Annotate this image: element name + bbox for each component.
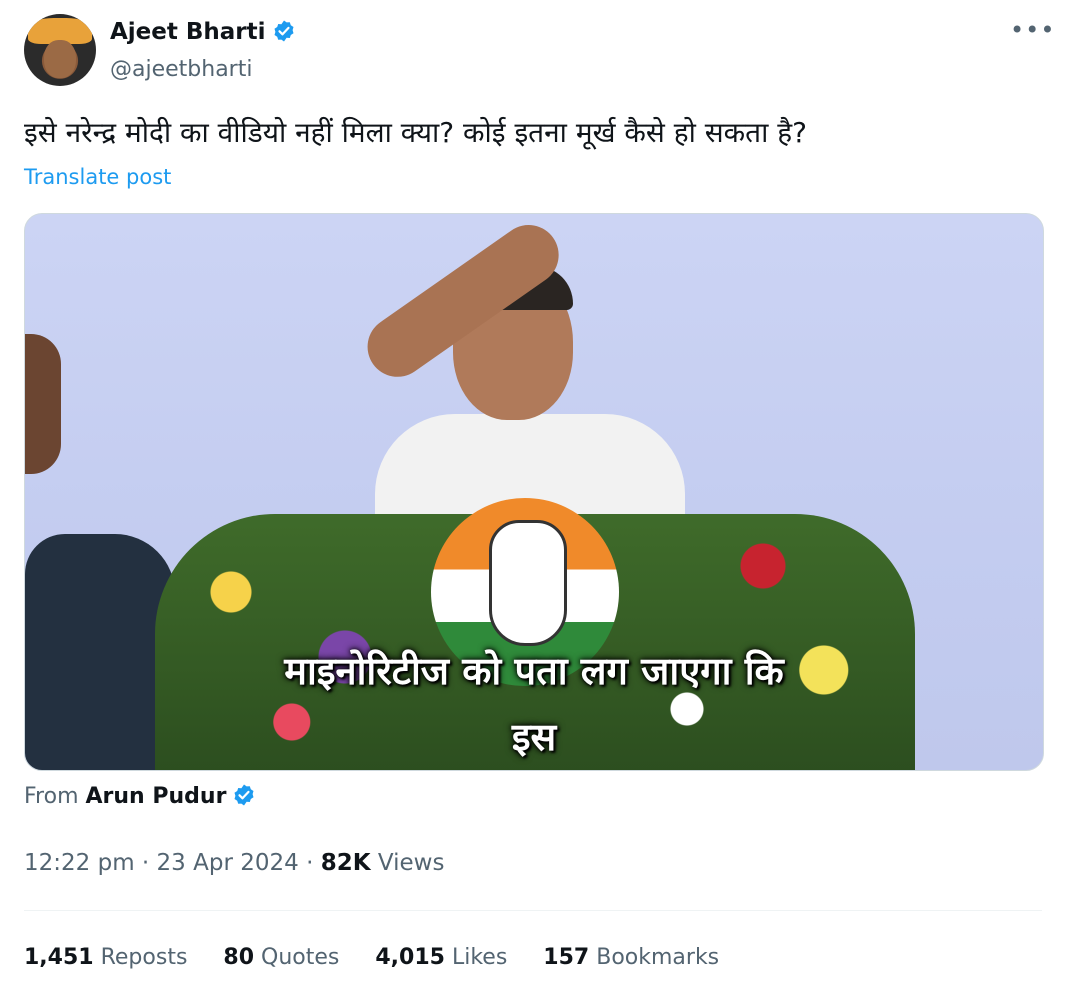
views-count: 82K — [320, 850, 371, 876]
video-media[interactable]: माइनोरिटीज को पता लग जाएगा कि इस — [24, 213, 1044, 771]
views-label: Views — [377, 850, 445, 876]
verified-badge-icon — [234, 784, 254, 806]
divider — [24, 910, 1042, 911]
verified-badge-icon — [274, 20, 294, 42]
bookmarks-stat[interactable]: 157 Bookmarks — [543, 943, 719, 973]
quotes-count: 80 — [223, 945, 255, 970]
engagement-stats: 1,451 Reposts 80 Quotes 4,015 Likes 157 … — [24, 943, 719, 973]
source-name[interactable]: Arun Pudur — [86, 784, 227, 809]
reposts-label: Reposts — [100, 945, 188, 970]
likes-count: 4,015 — [375, 945, 445, 970]
source-prefix: From — [24, 784, 79, 809]
video-caption-line2: इस — [511, 715, 557, 759]
more-options-icon[interactable]: ••• — [1010, 18, 1054, 48]
media-source-attribution: From Arun Pudur — [24, 782, 256, 812]
translate-post-link[interactable]: Translate post — [24, 163, 171, 191]
hand-symbol-icon — [489, 520, 567, 646]
meta-separator: · — [141, 850, 157, 876]
quotes-label: Quotes — [261, 945, 340, 970]
author-display-name[interactable]: Ajeet Bharti — [110, 19, 266, 45]
likes-label: Likes — [451, 945, 508, 970]
quotes-stat[interactable]: 80 Quotes — [223, 943, 339, 973]
reposts-stat[interactable]: 1,451 Reposts — [24, 943, 187, 973]
bookmarks-count: 157 — [543, 945, 590, 970]
tweet-meta: 12:22 pm · 23 Apr 2024 · 82K Views — [24, 848, 444, 878]
reposts-count: 1,451 — [24, 945, 94, 970]
avatar[interactable] — [24, 14, 96, 86]
author-handle[interactable]: @ajeetbharti — [110, 56, 252, 84]
tweet-date[interactable]: 23 Apr 2024 — [157, 850, 299, 876]
video-caption-line1: माइनोरिटीज को पता लग जाएगा कि — [284, 649, 784, 693]
tweet-text: इसे नरेन्द्र मोदी का वीडियो नहीं मिला क्… — [24, 116, 808, 149]
bystander-figure — [25, 334, 61, 474]
avatar-face — [44, 40, 76, 78]
tweet-time[interactable]: 12:22 pm — [24, 850, 135, 876]
bookmarks-label: Bookmarks — [596, 945, 720, 970]
likes-stat[interactable]: 4,015 Likes — [375, 943, 507, 973]
author-name-row[interactable]: Ajeet Bharti — [110, 17, 296, 47]
meta-separator: · — [306, 850, 321, 876]
